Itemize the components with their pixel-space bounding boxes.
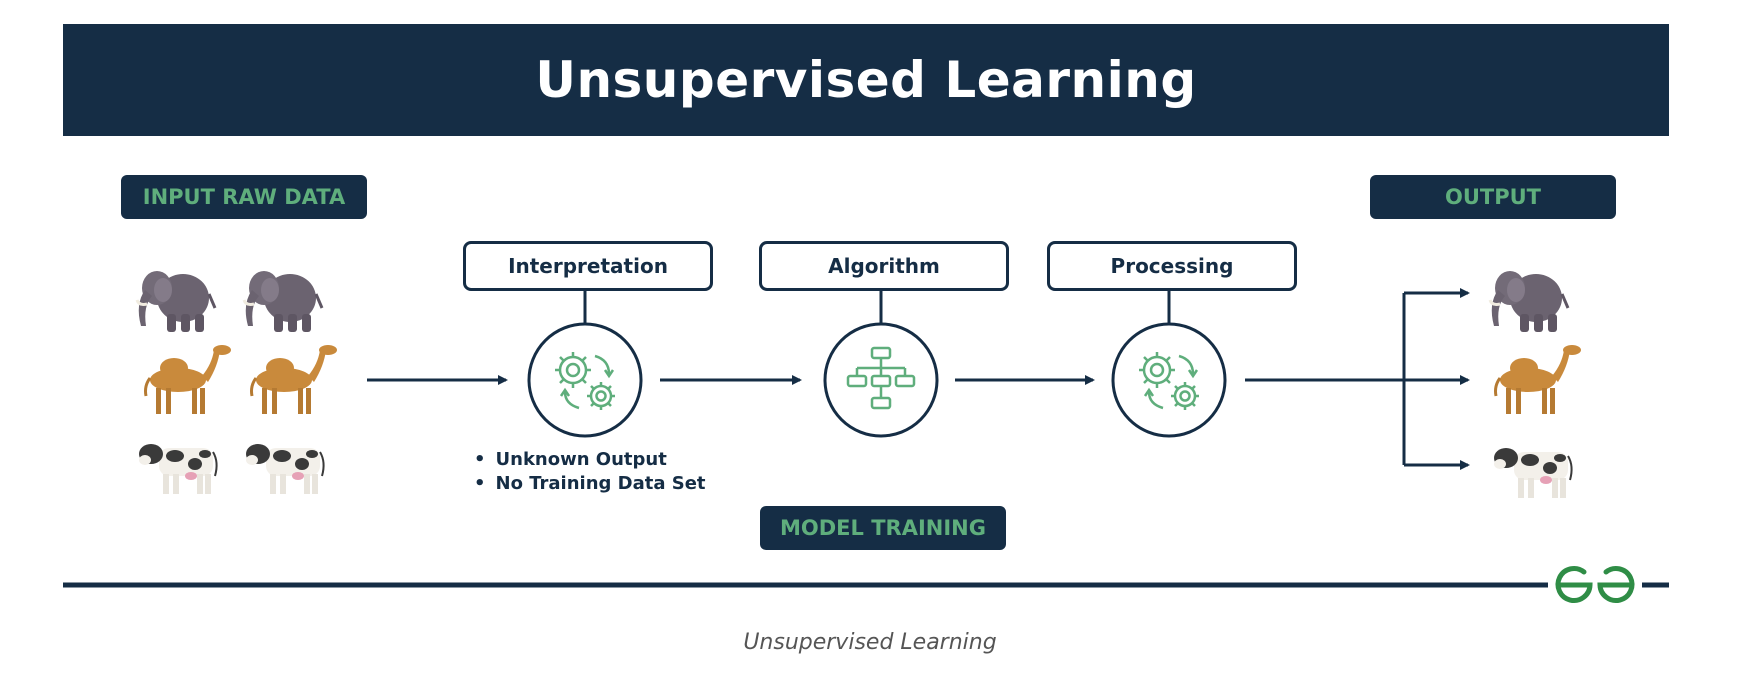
- elephant-icon: [242, 269, 324, 334]
- cow-icon: [1493, 447, 1573, 499]
- camel-icon: [1494, 343, 1583, 416]
- interpretation-circle: [527, 322, 643, 438]
- elephant-icon: [1488, 269, 1570, 334]
- camel-icon: [144, 343, 233, 416]
- algorithm-circle: [823, 322, 939, 438]
- cow-icon: [138, 443, 218, 495]
- diagram-graphics: [63, 269, 1669, 603]
- elephant-icon: [135, 269, 217, 334]
- geeksforgeeks-logo: [1555, 566, 1635, 603]
- figure-caption: Unsupervised Learning: [743, 630, 997, 655]
- camel-icon: [250, 343, 339, 416]
- processing-circle: [1111, 322, 1227, 438]
- cow-icon: [245, 443, 325, 495]
- diagram-figure: Unsupervised Learning INPUT RAW DATA OUT…: [0, 0, 1740, 676]
